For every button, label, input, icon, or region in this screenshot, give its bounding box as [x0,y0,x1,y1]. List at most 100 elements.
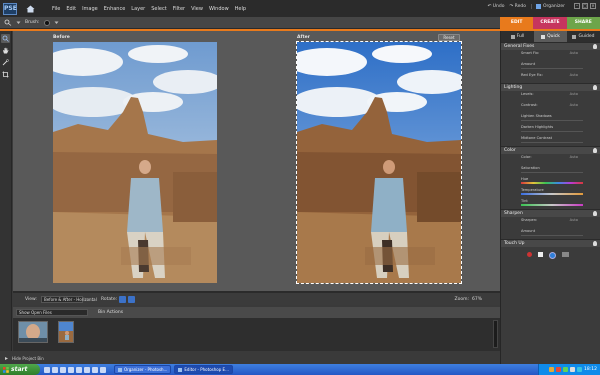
lighten-shadows-slider[interactable] [521,120,583,121]
panel-tabs: Full Quick Guided [501,31,600,42]
bin-actions-menu[interactable]: Bin Actions [98,310,123,315]
red-eye-tool-icon[interactable] [527,252,532,257]
close-icon[interactable]: × [590,3,596,9]
reset-button[interactable]: Reset [438,34,460,41]
quick-selection-tool-icon[interactable] [1,58,10,67]
tab-create[interactable]: CREATE [533,17,567,29]
quick-launch-icon[interactable] [92,366,98,373]
menu-filter[interactable]: Filter [170,6,188,12]
menu-right-group: ↶ Undo ↷ Redo Organizer – □ × [488,3,596,9]
zoom-value[interactable]: 67% [472,297,482,302]
section-color[interactable]: Color [501,146,600,154]
hue-slider[interactable] [521,182,583,184]
hide-project-bin-link[interactable]: Hide Project Bin [12,356,44,361]
menu-view[interactable]: View [188,6,206,12]
minimize-icon[interactable]: – [574,3,580,9]
quick-launch-icon[interactable] [100,366,106,373]
bin-scrollbar[interactable] [493,320,498,348]
section-touch-up[interactable]: Touch Up [501,239,600,247]
quick-launch-icon[interactable] [44,366,50,373]
collapse-arrow-icon[interactable] [4,356,9,361]
menu-select[interactable]: Select [148,6,169,12]
section-general-fixes-title: General Fixes [504,44,535,49]
lightbulb-icon[interactable] [593,85,597,90]
lighten-shadows-label: Lighten Shadows [521,114,552,118]
lightbulb-icon[interactable] [593,44,597,49]
quick-launch-icon[interactable] [68,366,74,373]
before-photo[interactable] [53,42,217,283]
sharpen-auto-button[interactable]: Auto [570,218,578,222]
zoom-tool-options-icon[interactable] [4,19,12,26]
whiten-teeth-tool-icon[interactable] [538,252,543,257]
tray-icon[interactable] [577,367,583,372]
brush-dropdown-icon[interactable] [54,20,59,25]
hand-tool-icon[interactable] [1,46,10,55]
saturation-slider[interactable] [521,172,583,173]
tint-slider[interactable] [521,204,583,206]
menu-image[interactable]: Image [79,6,101,12]
section-sharpen[interactable]: Sharpen [501,209,600,217]
crop-tool-icon[interactable] [1,70,10,79]
undo-button[interactable]: ↶ Undo [488,4,505,9]
taskbar-item-editor[interactable]: Editor - Photoshop E... [174,365,233,374]
contrast-auto-button[interactable]: Auto [570,103,578,107]
tray-icon[interactable] [570,367,576,372]
lightbulb-icon[interactable] [593,211,597,216]
temperature-slider[interactable] [521,193,583,195]
red-eye-auto-button[interactable]: Auto [570,73,578,77]
quick-launch-icon[interactable] [60,366,66,373]
redo-button[interactable]: ↷ Redo [509,4,526,9]
menu-edit[interactable]: Edit [63,6,79,12]
black-and-white-tool-icon[interactable] [562,252,569,257]
sharpen-amount-row: Amount [501,228,600,239]
view-select[interactable]: Before & After - Horizontal [40,295,97,303]
lightbulb-icon[interactable] [593,148,597,153]
bin-thumbnail[interactable] [58,321,74,343]
tab-edit[interactable]: EDIT [500,17,534,29]
levels-auto-button[interactable]: Auto [570,92,578,96]
rotate-right-button[interactable] [128,295,136,303]
rotate-left-button[interactable] [119,295,127,303]
taskbar-item-organizer[interactable]: Organizer - Photosh... [114,365,172,374]
section-lighting[interactable]: Lighting [501,83,600,91]
menu-window[interactable]: Window [206,6,232,12]
tab-quick[interactable]: Quick [534,31,567,42]
menu-enhance[interactable]: Enhance [101,6,129,12]
smart-fix-auto-button[interactable]: Auto [570,51,578,55]
show-files-select[interactable]: Show Open Files [16,309,88,316]
midtone-contrast-row: Midtone Contrast [501,135,600,146]
tray-icon[interactable] [556,367,562,372]
menu-help[interactable]: Help [232,6,249,12]
darken-highlights-slider[interactable] [521,131,583,132]
brush-preset-picker[interactable] [43,19,50,26]
make-dull-skies-blue-tool-icon[interactable] [549,252,556,259]
after-photo[interactable] [296,41,462,284]
sharpen-amount-slider[interactable] [521,235,583,236]
tray-icon[interactable] [563,367,569,372]
menu-layer[interactable]: Layer [128,6,148,12]
sharpen-row: Sharpen: Auto [501,217,600,228]
tab-share[interactable]: SHARE [566,17,600,29]
home-icon[interactable] [25,4,35,14]
contrast-row: Contrast: Auto [501,102,600,113]
midtone-contrast-slider[interactable] [521,142,583,143]
tab-full[interactable]: Full [501,31,534,42]
tray-icon[interactable] [549,367,555,372]
full-icon [510,34,515,39]
sharpen-label: Sharpen: [521,218,538,222]
color-auto-button[interactable]: Auto [570,155,578,159]
lightbulb-icon[interactable] [593,241,597,246]
bin-thumbnail[interactable] [18,321,48,343]
quick-launch-icon[interactable] [84,366,90,373]
menu-file[interactable]: File [49,6,63,12]
zoom-tool-icon[interactable] [1,34,10,43]
organizer-button[interactable]: Organizer [530,3,565,9]
maximize-icon[interactable]: □ [582,3,588,9]
section-general-fixes[interactable]: General Fixes [501,42,600,50]
start-button[interactable]: start [0,364,40,375]
smart-fix-amount-slider[interactable] [521,68,583,69]
tab-guided[interactable]: Guided [567,31,600,42]
tool-dropdown-icon[interactable] [16,20,21,25]
quick-launch-icon[interactable] [76,366,82,373]
quick-launch-icon[interactable] [52,366,58,373]
